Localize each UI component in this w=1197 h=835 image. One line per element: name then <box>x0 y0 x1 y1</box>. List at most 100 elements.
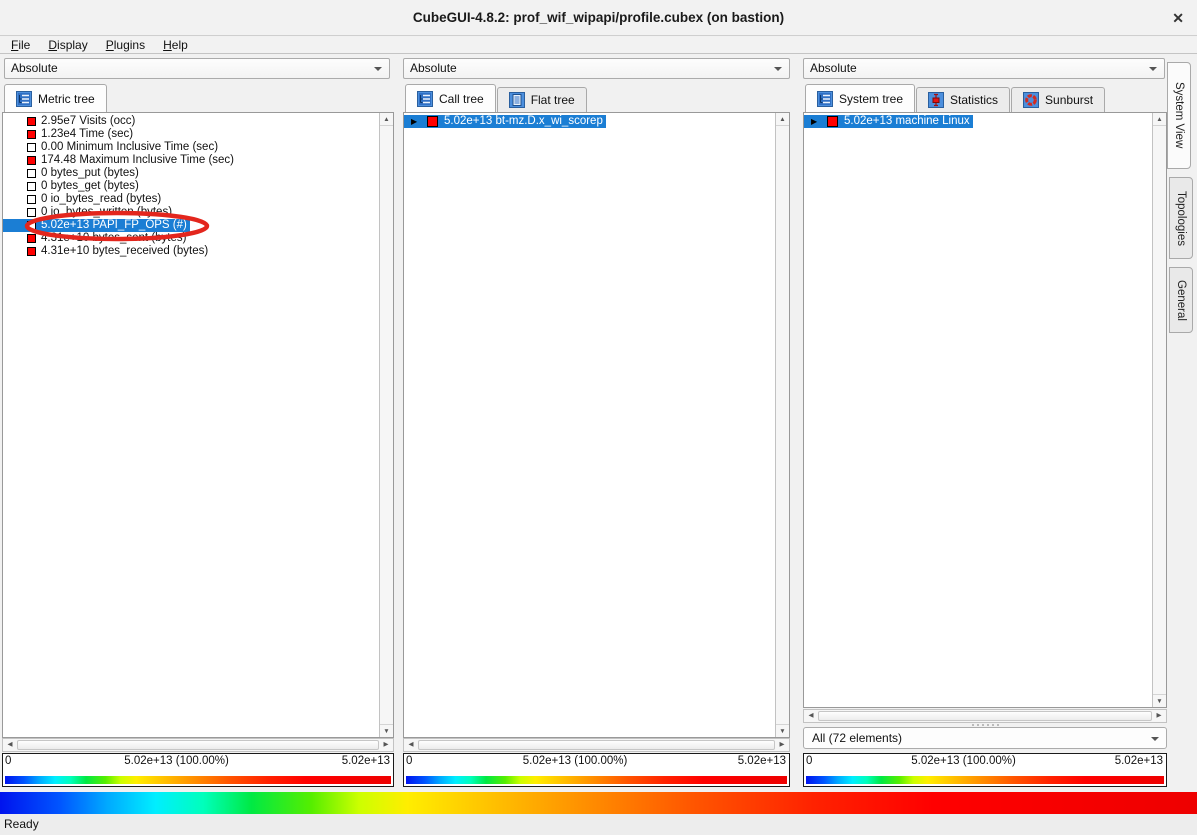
metric-item-bytes-put[interactable]: 0 bytes_put (bytes) <box>3 167 142 180</box>
metric-item-min-incl-time[interactable]: 0.00 Minimum Inclusive Time (sec) <box>3 141 221 154</box>
tab-topologies-label: Topologies <box>1175 191 1187 246</box>
call-value-mode-label: Absolute <box>410 61 457 75</box>
sunburst-icon <box>1023 92 1039 108</box>
metric-item-visits[interactable]: 2.95e7 Visits (occ) <box>3 115 138 128</box>
metric-vertical-scrollbar[interactable]: ▲ ▼ <box>379 113 393 737</box>
menu-file[interactable]: File <box>2 38 39 52</box>
call-vertical-scrollbar[interactable]: ▲ ▼ <box>775 113 789 737</box>
scrollbar-thumb[interactable] <box>17 740 379 750</box>
value-max: 5.02e+13 <box>342 755 390 767</box>
menu-display[interactable]: Display <box>39 38 96 52</box>
tab-call-tree[interactable]: Call tree <box>405 84 496 112</box>
scroll-up-icon[interactable]: ▲ <box>776 113 789 126</box>
expander-icon[interactable]: ▶ <box>811 115 821 128</box>
tree-icon <box>417 91 433 107</box>
tab-metric-tree[interactable]: Metric tree <box>4 84 107 112</box>
metric-item-bytes-received[interactable]: 4.31e+10 bytes_received (bytes) <box>3 245 211 258</box>
system-filter-combo[interactable]: All (72 elements) <box>803 727 1167 749</box>
value-selected: 5.02e+13 (100.00%) <box>911 755 1016 767</box>
metric-color-box <box>27 143 36 152</box>
system-vertical-scrollbar[interactable]: ▲ ▼ <box>1152 113 1166 707</box>
status-text: Ready <box>4 817 39 831</box>
chevron-down-icon <box>774 67 782 71</box>
call-item-root[interactable]: ▶ 5.02e+13 bt-mz.D.x_wi_scorep <box>404 115 606 128</box>
metric-value-mode-combo[interactable]: Absolute <box>4 58 390 79</box>
chevron-down-icon <box>374 67 382 71</box>
metric-color-box <box>27 182 36 191</box>
value-selected: 5.02e+13 (100.00%) <box>124 755 229 767</box>
call-tab-bar: Call tree Flat tree <box>405 84 588 112</box>
expander-icon[interactable]: ▶ <box>411 115 421 128</box>
status-bar: Ready <box>0 814 1197 835</box>
tab-statistics[interactable]: Statistics <box>916 87 1010 112</box>
scroll-left-icon[interactable]: ◀ <box>4 739 16 751</box>
metric-item-papi-fp-ops[interactable]: 5.02e+13 PAPI_FP_OPS (#) <box>3 219 190 232</box>
scroll-up-icon[interactable]: ▲ <box>1153 113 1166 126</box>
metric-item-io-bytes-written[interactable]: 0 io_bytes_written (bytes) <box>3 206 175 219</box>
tab-sunburst-label: Sunburst <box>1045 93 1093 107</box>
value-min: 0 <box>406 755 412 767</box>
metric-item-label: 5.02e+13 PAPI_FP_OPS (#) <box>41 219 187 232</box>
metric-item-bytes-get[interactable]: 0 bytes_get (bytes) <box>3 180 142 193</box>
metric-color-box <box>27 117 36 126</box>
system-value-mode-combo[interactable]: Absolute <box>803 58 1165 79</box>
tab-system-tree-label: System tree <box>839 92 903 106</box>
color-scale-strip <box>806 776 1164 784</box>
scroll-down-icon[interactable]: ▼ <box>380 724 393 737</box>
system-color-box <box>827 116 838 127</box>
scroll-left-icon[interactable]: ◀ <box>405 739 417 751</box>
tab-topologies[interactable]: Topologies <box>1169 177 1193 259</box>
scrollbar-thumb[interactable] <box>818 711 1152 721</box>
system-item-machine[interactable]: ▶ 5.02e+13 machine Linux <box>804 115 973 128</box>
tab-general-label: General <box>1175 280 1187 321</box>
metric-item-label: 1.23e4 Time (sec) <box>41 128 133 141</box>
scroll-up-icon[interactable]: ▲ <box>380 113 393 126</box>
system-filter-label: All (72 elements) <box>812 731 902 745</box>
menu-help[interactable]: Help <box>154 38 197 52</box>
close-icon[interactable]: ✕ <box>1172 0 1184 36</box>
tab-flat-tree[interactable]: Flat tree <box>497 87 587 112</box>
flat-list-icon <box>509 92 525 108</box>
metric-color-box <box>27 130 36 139</box>
value-max: 5.02e+13 <box>738 755 786 767</box>
metric-color-box <box>27 208 36 217</box>
metric-tree-rows: 2.95e7 Visits (occ) 1.23e4 Time (sec) 0.… <box>3 115 378 258</box>
metric-item-time[interactable]: 1.23e4 Time (sec) <box>3 128 136 141</box>
menu-plugins[interactable]: Plugins <box>97 38 154 52</box>
tab-general[interactable]: General <box>1169 267 1193 333</box>
scrollbar-thumb[interactable] <box>418 740 775 750</box>
tab-system-view-label: System View <box>1173 82 1185 148</box>
window-title: CubeGUI-4.8.2: prof_wif_wipapi/profile.c… <box>0 0 1197 36</box>
call-horizontal-scrollbar[interactable]: ◀ ▶ <box>403 738 790 752</box>
chevron-down-icon <box>1149 67 1157 71</box>
metric-item-label: 174.48 Maximum Inclusive Time (sec) <box>41 154 234 167</box>
scroll-right-icon[interactable]: ▶ <box>776 739 788 751</box>
tree-icon <box>817 91 833 107</box>
scroll-down-icon[interactable]: ▼ <box>776 724 789 737</box>
metric-value-bar: 0 5.02e+13 (100.00%) 5.02e+13 <box>2 753 394 787</box>
scroll-right-icon[interactable]: ▶ <box>380 739 392 751</box>
scroll-right-icon[interactable]: ▶ <box>1153 710 1165 722</box>
chevron-down-icon <box>1151 737 1159 741</box>
value-min: 0 <box>806 755 812 767</box>
scroll-left-icon[interactable]: ◀ <box>805 710 817 722</box>
system-value-bar: 0 5.02e+13 (100.00%) 5.02e+13 <box>803 753 1167 787</box>
metric-item-label: 4.31e+10 bytes_sent (bytes) <box>41 232 186 245</box>
call-tree-panel: ▶ 5.02e+13 bt-mz.D.x_wi_scorep ▲ ▼ <box>403 112 790 738</box>
metric-item-label: 0 bytes_get (bytes) <box>41 180 139 193</box>
call-tree-rows: ▶ 5.02e+13 bt-mz.D.x_wi_scorep <box>404 115 774 128</box>
metric-item-bytes-sent[interactable]: 4.31e+10 bytes_sent (bytes) <box>3 232 189 245</box>
metric-item-io-bytes-read[interactable]: 0 io_bytes_read (bytes) <box>3 193 164 206</box>
metric-item-max-incl-time[interactable]: 174.48 Maximum Inclusive Time (sec) <box>3 154 237 167</box>
system-tree-panel: ▶ 5.02e+13 machine Linux ▲ ▼ <box>803 112 1167 708</box>
metric-horizontal-scrollbar[interactable]: ◀ ▶ <box>2 738 394 752</box>
tab-system-tree[interactable]: System tree <box>805 84 915 112</box>
tab-metric-tree-label: Metric tree <box>38 92 95 106</box>
metric-color-box <box>27 169 36 178</box>
tab-sunburst[interactable]: Sunburst <box>1011 87 1105 112</box>
system-horizontal-scrollbar[interactable]: ◀ ▶ <box>803 709 1167 723</box>
tab-system-view[interactable]: System View <box>1167 62 1191 169</box>
metric-item-label: 2.95e7 Visits (occ) <box>41 115 135 128</box>
call-value-mode-combo[interactable]: Absolute <box>403 58 790 79</box>
scroll-down-icon[interactable]: ▼ <box>1153 694 1166 707</box>
